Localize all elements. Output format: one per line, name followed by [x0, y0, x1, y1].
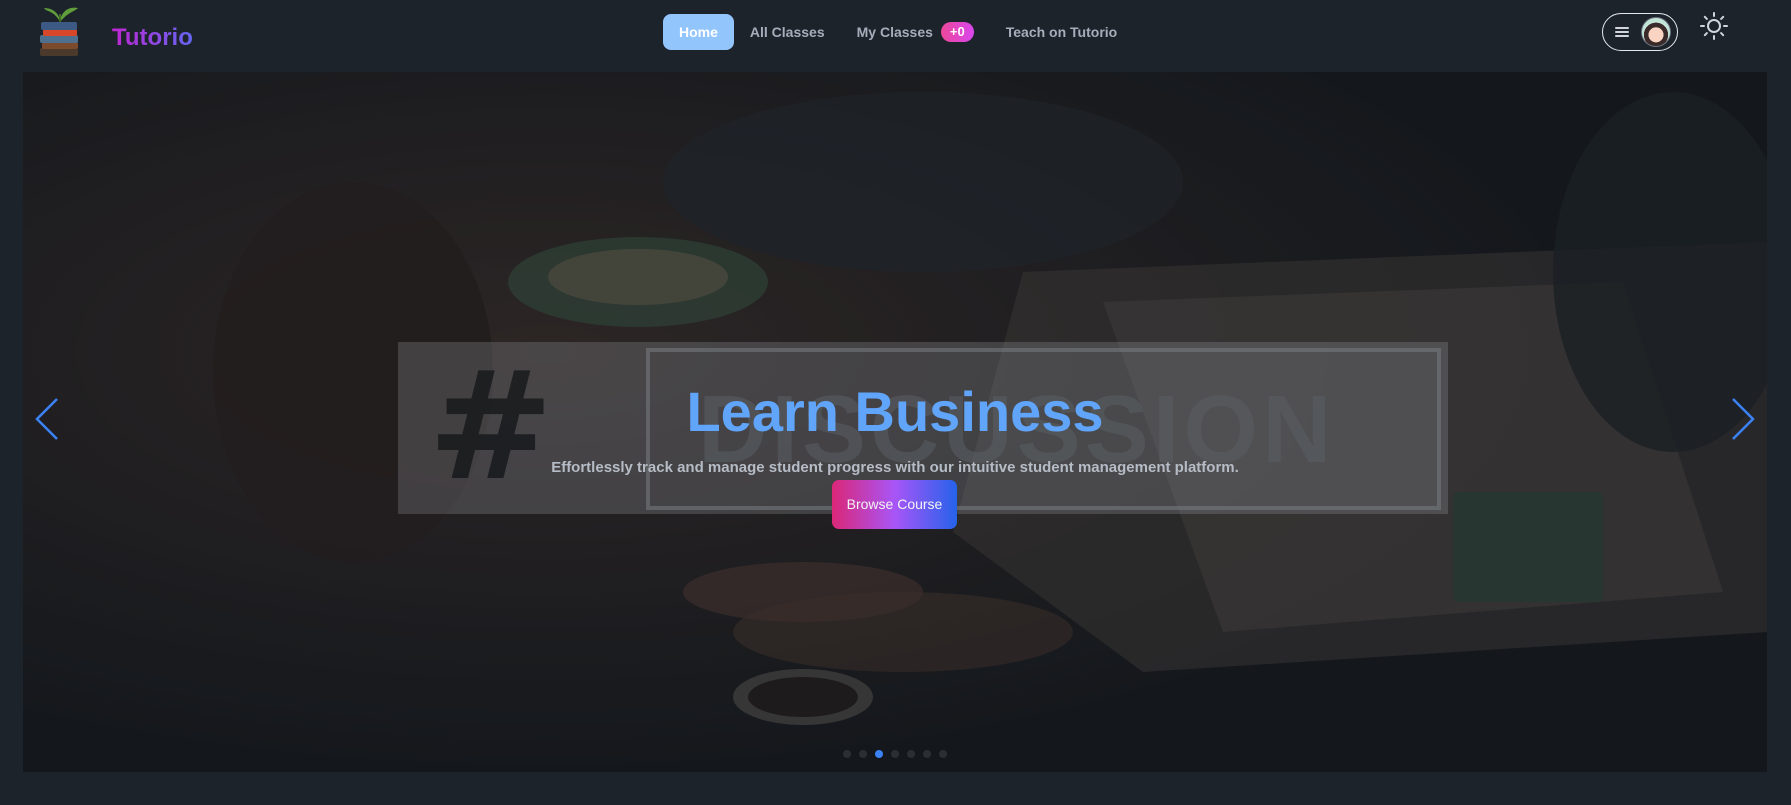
nav-links: Home All Classes My Classes +0 Teach on …	[663, 14, 1133, 50]
chevron-left-icon[interactable]	[33, 395, 63, 443]
carousel-dot[interactable]	[923, 750, 931, 758]
carousel-dot[interactable]	[875, 750, 883, 758]
hero-title: Learn Business	[686, 380, 1104, 443]
carousel-pagination	[843, 750, 947, 758]
sun-icon[interactable]	[1700, 12, 1728, 40]
nav-link-my-classes-label: My Classes	[856, 24, 933, 40]
navbar: Tutorio Home All Classes My Classes +0 T…	[0, 0, 1791, 64]
carousel-dot[interactable]	[939, 750, 947, 758]
hamburger-icon	[1615, 27, 1629, 37]
avatar	[1641, 17, 1671, 47]
carousel-dot[interactable]	[859, 750, 867, 758]
nav-link-all-classes[interactable]: All Classes	[734, 14, 841, 50]
brand[interactable]: Tutorio	[32, 4, 193, 60]
carousel-dot[interactable]	[891, 750, 899, 758]
chevron-right-icon[interactable]	[1727, 395, 1757, 443]
nav-link-my-classes[interactable]: My Classes +0	[841, 14, 990, 50]
brand-name: Tutorio	[112, 24, 193, 51]
books-logo-icon	[40, 7, 78, 56]
hero-subtitle: Effortlessly track and manage student pr…	[551, 459, 1239, 476]
nav-link-home[interactable]: Home	[663, 14, 734, 50]
my-classes-count-badge: +0	[940, 22, 974, 42]
carousel-dot[interactable]	[843, 750, 851, 758]
browse-course-button[interactable]: Browse Course	[832, 480, 957, 529]
nav-link-teach[interactable]: Teach on Tutorio	[990, 14, 1133, 50]
carousel-dot[interactable]	[907, 750, 915, 758]
user-menu-button[interactable]	[1602, 13, 1678, 51]
hero-carousel: # DISCUSSION Learn Business Effortlessly…	[23, 72, 1767, 772]
